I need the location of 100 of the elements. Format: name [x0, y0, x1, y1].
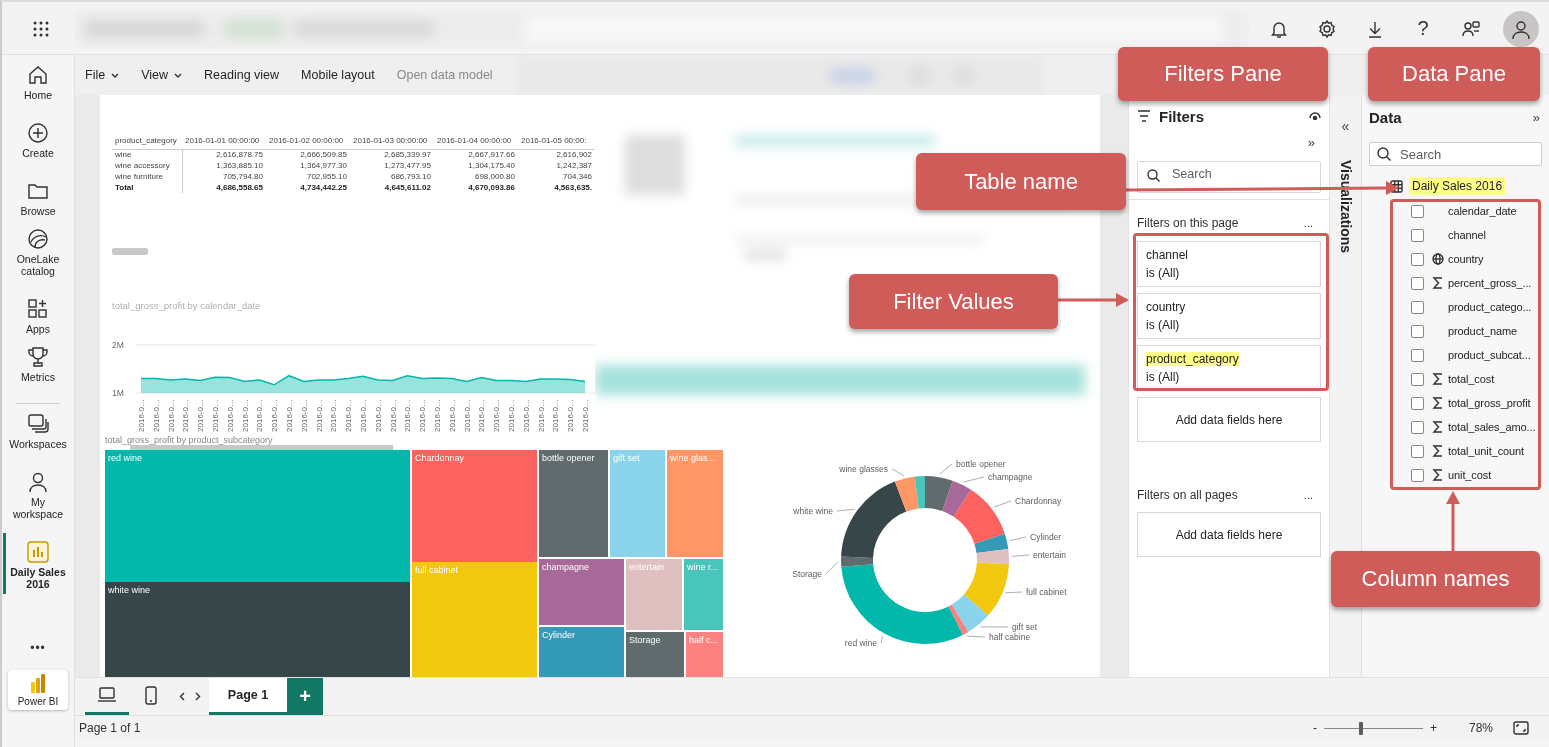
eye-icon[interactable]	[1309, 112, 1321, 120]
menu-button[interactable]: File	[85, 68, 120, 82]
collapse-button[interactable]: «	[1341, 118, 1350, 138]
checkbox[interactable]	[1411, 444, 1424, 458]
donut-slice[interactable]	[942, 480, 972, 517]
fit-to-page-icon[interactable]	[1513, 721, 1529, 735]
settings-icon[interactable]	[1317, 18, 1337, 39]
column-header[interactable]: 2016-01-02 00:00:00	[266, 135, 350, 149]
checkbox[interactable]	[1411, 348, 1424, 362]
share-icon[interactable]	[1461, 18, 1481, 39]
menu-button[interactable]: View	[141, 68, 183, 82]
column-name[interactable]: total_cost	[1448, 373, 1495, 385]
checkbox[interactable]	[1411, 372, 1424, 386]
donut-slice[interactable]	[925, 476, 953, 511]
treemap-tile[interactable]	[667, 450, 723, 557]
search-field[interactable]: Search	[1369, 142, 1542, 166]
nav-item[interactable]: OneLake catalog	[2, 228, 74, 277]
checkbox[interactable]	[1411, 252, 1424, 266]
nav-item[interactable]: Workspaces	[2, 413, 74, 450]
globe-icon	[1432, 253, 1444, 265]
filter-card[interactable]: channel is (All)	[1137, 241, 1321, 287]
checkbox[interactable]	[1411, 420, 1424, 434]
page-tab[interactable]: Page 1	[209, 678, 287, 715]
table-cell: 2,616,902	[518, 149, 595, 160]
donut-slice[interactable]	[953, 489, 1005, 544]
nav-item[interactable]: Apps	[2, 298, 74, 335]
nav-item[interactable]: My workspace	[2, 471, 74, 520]
chevron-right-icon[interactable]	[195, 692, 201, 701]
column-name[interactable]: total_gross_profit	[1448, 397, 1531, 409]
column-name[interactable]: calendar_date	[1448, 205, 1517, 217]
donut-slice[interactable]	[841, 556, 874, 567]
column-header[interactable]: 2016-01-01 00:00:00	[182, 135, 266, 149]
column-name[interactable]: total_sales_amo...	[1448, 421, 1536, 433]
table-name[interactable]: Daily Sales 2016	[1409, 177, 1506, 195]
app-launcher-icon[interactable]	[32, 19, 50, 38]
treemap-tile[interactable]	[686, 632, 723, 677]
chevron-left-icon[interactable]	[179, 692, 185, 701]
column-name[interactable]: product_catego...	[1448, 301, 1532, 313]
zoom-out-button[interactable]: -	[1312, 721, 1317, 735]
expand-button[interactable]: »	[1532, 109, 1540, 125]
checkbox[interactable]	[1411, 468, 1424, 482]
zoom-in-button[interactable]: +	[1429, 721, 1437, 735]
filter-card[interactable]: country is (All)	[1137, 293, 1321, 339]
search-field[interactable]: Search	[1137, 161, 1321, 193]
treemap-tile[interactable]	[539, 450, 608, 557]
column-name[interactable]: unit_cost	[1448, 469, 1492, 481]
treemap-tile[interactable]	[626, 559, 682, 630]
chart-title: total_gross_profit by product_subcategory	[105, 435, 274, 445]
pane-tab[interactable]: Visualizations	[1337, 160, 1354, 254]
treemap-tile[interactable]	[539, 559, 624, 625]
checkbox[interactable]	[1411, 324, 1424, 338]
add-page-button[interactable]: +	[287, 678, 323, 715]
column-header[interactable]: product_category	[112, 135, 182, 149]
help-button[interactable]: ?	[1413, 17, 1433, 40]
chart-label: wine glasses	[839, 464, 888, 474]
table-cell: 705,794.80	[182, 171, 266, 182]
axis-label: 2016-0…	[388, 399, 398, 432]
treemap-tile[interactable]	[412, 450, 537, 562]
avatar[interactable]	[1503, 10, 1539, 47]
treemap-tile[interactable]	[610, 450, 665, 557]
column-name[interactable]: product_subcat...	[1448, 349, 1531, 361]
app-switcher-button[interactable]: Power BI	[8, 670, 68, 710]
column-name[interactable]: country	[1448, 253, 1484, 265]
checkbox[interactable]	[1411, 228, 1424, 242]
treemap-tile[interactable]	[684, 559, 723, 630]
nav-item[interactable]: Home	[2, 64, 74, 101]
checkbox[interactable]	[1411, 204, 1424, 218]
donut-slice[interactable]	[841, 481, 907, 558]
column-header[interactable]: 2016-01-05 00:00:	[518, 135, 595, 149]
menu-button[interactable]: Mobile layout	[301, 68, 375, 82]
menu-button[interactable]: Reading view	[204, 68, 280, 82]
treemap-tile[interactable]	[105, 582, 410, 677]
table-cell-text: 1,273,477.95	[383, 160, 432, 171]
expand-button[interactable]: »	[1307, 135, 1315, 153]
scrollbar[interactable]	[130, 445, 393, 450]
column-name[interactable]: channel	[1448, 229, 1486, 241]
nav-item[interactable]: Browse	[2, 180, 74, 217]
nav-item[interactable]: Metrics	[2, 346, 74, 383]
nav-item[interactable]: Create	[2, 122, 74, 159]
scrollbar[interactable]	[112, 248, 148, 255]
treemap-tile[interactable]	[412, 562, 537, 677]
filter-card[interactable]: product_category is (All)	[1137, 345, 1321, 391]
tile-label: Cylinder	[542, 630, 575, 640]
treemap-tile[interactable]	[626, 632, 684, 677]
checkbox[interactable]	[1411, 396, 1424, 410]
treemap-tile[interactable]	[539, 627, 624, 677]
treemap-tile[interactable]	[105, 450, 410, 582]
axis-label: 2016-0…	[418, 399, 428, 432]
column-name[interactable]: product_name	[1448, 325, 1518, 337]
more-button[interactable]: •••	[30, 641, 46, 655]
column-name[interactable]: total_unit_count	[1448, 445, 1525, 457]
zoom-slider-thumb[interactable]	[1358, 721, 1363, 735]
more-button[interactable]: ...	[1303, 489, 1313, 501]
checkbox[interactable]	[1411, 300, 1424, 314]
column-header[interactable]: 2016-01-03 00:00:00	[350, 135, 434, 149]
donut-slice[interactable]	[894, 476, 919, 512]
checkbox[interactable]	[1411, 276, 1424, 290]
more-button[interactable]: ...	[1303, 217, 1313, 229]
column-header[interactable]: 2016-01-04 00:00:00	[434, 135, 518, 149]
column-name[interactable]: percent_gross_...	[1448, 277, 1532, 289]
